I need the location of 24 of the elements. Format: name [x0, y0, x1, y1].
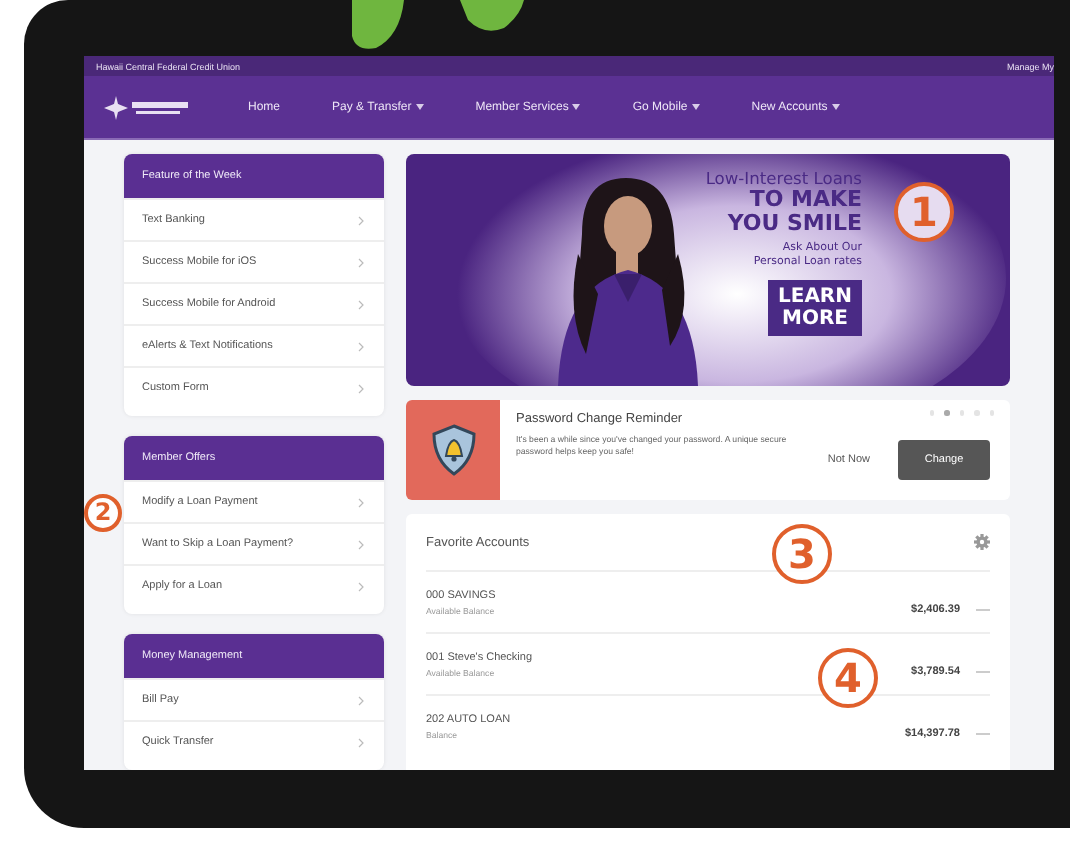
logo-icon[interactable]	[104, 95, 192, 119]
chevron-icon	[358, 581, 364, 591]
caret-icon[interactable]	[831, 104, 840, 110]
chevron-icon	[358, 341, 364, 351]
callout-number: 2	[84, 494, 122, 532]
shield-bell-icon	[431, 424, 475, 476]
chevron-icon	[358, 497, 364, 507]
chevron-icon	[358, 215, 364, 225]
chevron-icon	[358, 695, 364, 705]
caret-icon[interactable]	[415, 104, 424, 110]
banner-title: TO MAKE YOU SMILE	[727, 188, 862, 236]
chevron-icon	[358, 539, 364, 549]
caret-icon[interactable]	[691, 104, 700, 110]
chevron-icon	[358, 299, 364, 309]
chevron-icon	[358, 257, 364, 267]
settings-icon[interactable]	[974, 534, 990, 550]
caret-icon[interactable]	[572, 104, 581, 110]
callout-number: 3	[772, 524, 832, 584]
chevron-icon	[358, 383, 364, 393]
chevron-icon	[358, 737, 364, 747]
banner-headline: Low-Interest Loans	[705, 168, 862, 188]
callout-number: 4	[818, 648, 878, 708]
carousel-dot[interactable]	[944, 410, 949, 415]
learn-more-button[interactable]: LEARN MORE	[767, 280, 862, 336]
